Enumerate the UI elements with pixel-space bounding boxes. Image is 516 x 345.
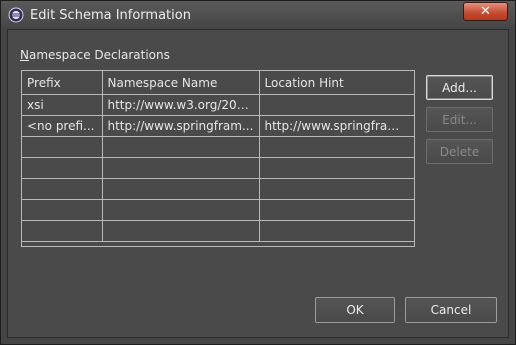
cell-location-hint: [258, 178, 414, 200]
column-header-prefix[interactable]: Prefix: [22, 71, 103, 95]
table-header-row: Prefix Namespace Name Location Hint: [22, 71, 414, 95]
cell-namespace-name: [101, 136, 260, 158]
table-row[interactable]: xsi http://www.w3.org/200...: [22, 94, 414, 116]
column-header-namespace-name[interactable]: Namespace Name: [101, 71, 260, 95]
dialog-window: Edit Schema Information ✕ Namespace Decl…: [0, 0, 516, 345]
table-row[interactable]: [22, 220, 414, 242]
cell-prefix: xsi: [22, 94, 103, 116]
eclipse-icon: [8, 7, 24, 23]
cell-prefix: <no prefi...: [22, 115, 103, 137]
table-row[interactable]: [22, 136, 414, 158]
cell-namespace-name: [101, 178, 260, 200]
close-icon: ✕: [480, 4, 491, 19]
cell-prefix: [22, 220, 103, 242]
window-title: Edit Schema Information: [30, 8, 191, 23]
cell-prefix: [22, 199, 103, 221]
cell-location-hint: [258, 220, 414, 242]
cell-location-hint: [258, 136, 414, 158]
delete-button[interactable]: Delete: [426, 139, 493, 164]
cancel-button[interactable]: Cancel: [405, 297, 497, 323]
namespace-declarations-label: Namespace Declarations: [20, 48, 170, 62]
cell-prefix: [22, 157, 103, 179]
table-row[interactable]: [22, 157, 414, 179]
column-header-location-hint[interactable]: Location Hint: [258, 71, 414, 95]
table-row[interactable]: <no prefi... http://www.springfram... ht…: [22, 115, 414, 137]
cell-namespace-name: [101, 157, 260, 179]
cell-namespace-name: http://www.w3.org/200...: [101, 94, 260, 116]
add-button[interactable]: Add...: [426, 75, 493, 100]
ok-button[interactable]: OK: [315, 297, 395, 323]
close-button[interactable]: ✕: [463, 2, 508, 21]
table-row[interactable]: [22, 199, 414, 221]
cell-location-hint: [258, 199, 414, 221]
namespace-table[interactable]: Prefix Namespace Name Location Hint xsi …: [21, 70, 415, 247]
cell-prefix: [22, 136, 103, 158]
edit-button[interactable]: Edit...: [426, 107, 493, 132]
cell-prefix: [22, 178, 103, 200]
dialog-body: Namespace Declarations Prefix Namespace …: [7, 29, 509, 338]
title-bar[interactable]: Edit Schema Information ✕: [1, 1, 515, 29]
cell-namespace-name: [101, 220, 260, 242]
cell-location-hint: http://www.springfram...: [258, 115, 414, 137]
cell-namespace-name: [101, 199, 260, 221]
cell-location-hint: [258, 157, 414, 179]
cell-location-hint: [258, 94, 414, 116]
table-row[interactable]: [22, 178, 414, 200]
cell-namespace-name: http://www.springfram...: [101, 115, 260, 137]
